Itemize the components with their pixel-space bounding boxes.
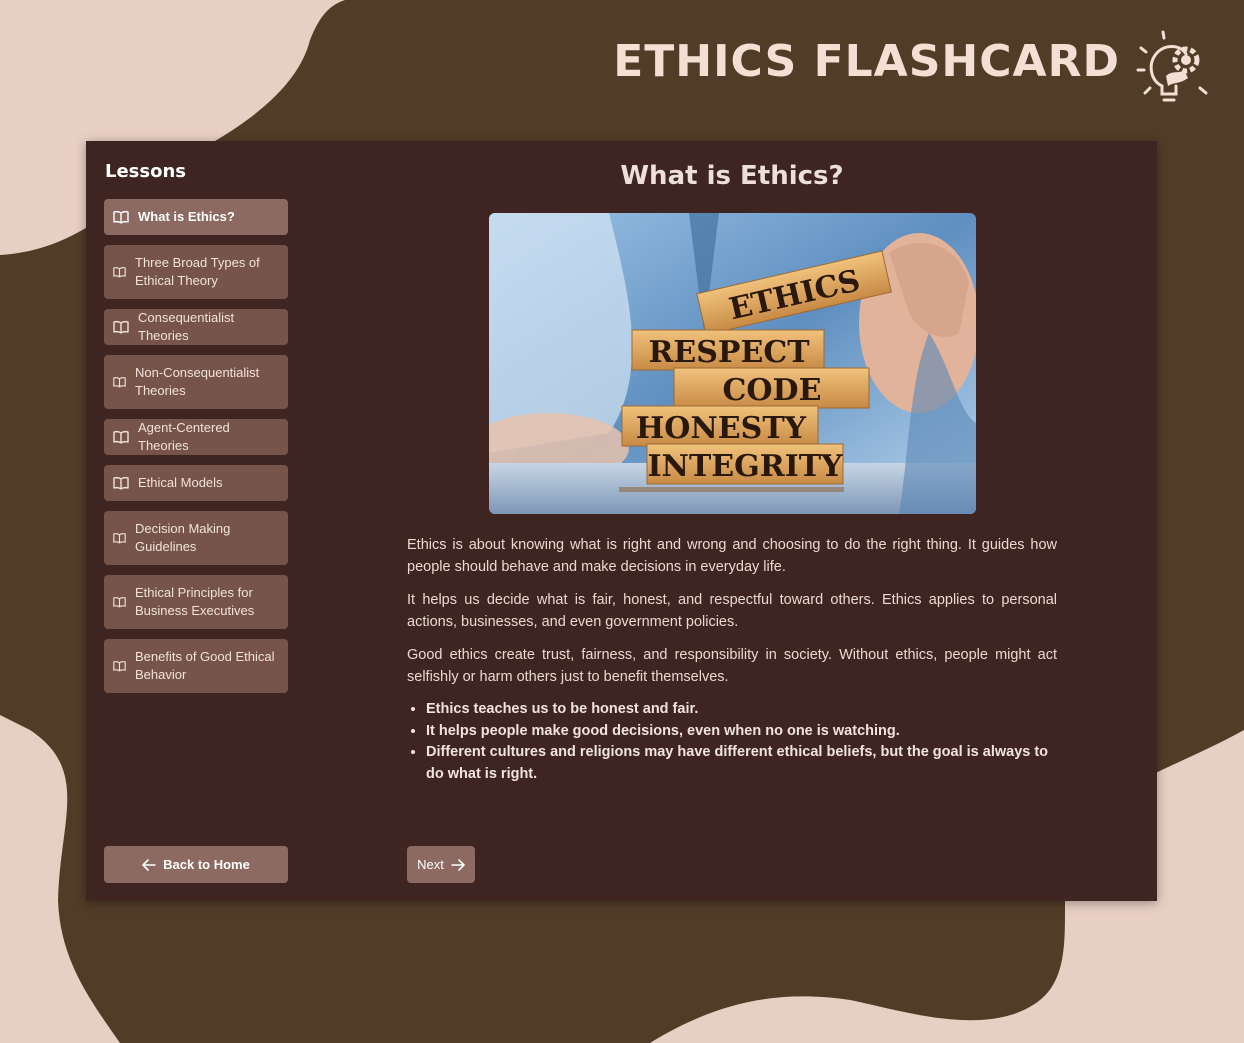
lesson-paragraph: It helps us decide what is fair, honest,… — [407, 592, 1057, 630]
lesson-label: What is Ethics? — [138, 209, 235, 224]
lesson-label: Benefits of Good Ethical Behavior — [135, 649, 275, 682]
book-icon — [113, 321, 129, 334]
key-point: Ethics teaches us to be honest and fair. — [426, 699, 1057, 721]
lesson-label: Three Broad Types of Ethical Theory — [135, 255, 260, 288]
app-title: ETHICS FLASHCARD — [613, 36, 1120, 87]
lesson-label: Decision Making Guidelines — [135, 521, 231, 554]
key-points-list: Ethics teaches us to be honest and fair.… — [407, 699, 1057, 785]
lessons-sidebar: Lessons What is Ethics? Three Broad Type… — [104, 161, 288, 703]
arrow-right-icon — [451, 858, 465, 871]
svg-text:RESPECT: RESPECT — [648, 335, 810, 370]
lesson-paragraph: Good ethics create trust, fairness, and … — [407, 647, 1057, 685]
lesson-content: What is Ethics? ETHICS RESPECT CODE HONE… — [407, 161, 1057, 785]
lesson-item-three-broad-types[interactable]: Three Broad Types of Ethical Theory — [104, 245, 288, 299]
svg-text:HONESTY: HONESTY — [635, 411, 806, 446]
book-icon — [113, 267, 126, 278]
svg-text:CODE: CODE — [722, 373, 821, 408]
lesson-item-benefits[interactable]: Benefits of Good Ethical Behavior — [104, 639, 288, 693]
lesson-item-consequentialist[interactable]: Consequentialist Theories — [104, 309, 288, 345]
book-icon — [113, 377, 126, 388]
book-icon — [113, 211, 129, 224]
book-icon — [113, 661, 126, 672]
lesson-item-non-consequentialist[interactable]: Non-Consequentialist Theories — [104, 355, 288, 409]
back-to-home-button[interactable]: Back to Home — [104, 846, 288, 883]
lesson-item-what-is-ethics[interactable]: What is Ethics? — [104, 199, 288, 235]
next-label: Next — [417, 857, 444, 872]
lesson-label: Ethical Principles for Business Executiv… — [135, 585, 255, 618]
lesson-title: What is Ethics? — [620, 161, 844, 191]
lesson-item-ethical-models[interactable]: Ethical Models — [104, 465, 288, 501]
back-to-home-label: Back to Home — [163, 857, 250, 872]
book-icon — [113, 431, 129, 444]
block-integrity: INTEGRITY — [646, 443, 843, 485]
block-code: CODE — [673, 367, 869, 409]
lesson-label: Agent-Centered Theories — [138, 420, 230, 453]
block-honesty: HONESTY — [621, 405, 818, 447]
key-point: Different cultures and religions may hav… — [426, 742, 1057, 785]
book-icon — [113, 477, 129, 490]
book-icon — [113, 533, 126, 544]
lesson-paragraph: Ethics is about knowing what is right an… — [407, 537, 1057, 575]
arrow-left-icon — [142, 858, 156, 871]
lightbulb-gear-icon — [1136, 30, 1208, 102]
lessons-heading: Lessons — [105, 161, 186, 182]
lesson-card: Lessons What is Ethics? Three Broad Type… — [86, 141, 1157, 901]
lesson-label: Non-Consequentialist Theories — [135, 365, 260, 398]
lesson-item-agent-centered[interactable]: Agent-Centered Theories — [104, 419, 288, 455]
book-icon — [113, 597, 126, 608]
svg-text:INTEGRITY: INTEGRITY — [647, 449, 843, 484]
lesson-item-ethical-principles[interactable]: Ethical Principles for Business Executiv… — [104, 575, 288, 629]
lesson-label: Consequentialist Theories — [138, 310, 235, 343]
key-point: It helps people make good decisions, eve… — [426, 721, 1057, 743]
lesson-label: Ethical Models — [138, 475, 223, 490]
lesson-item-decision-making[interactable]: Decision Making Guidelines — [104, 511, 288, 565]
block-respect: RESPECT — [631, 329, 824, 371]
lesson-image: ETHICS RESPECT CODE HONESTY INTEGRITY — [488, 213, 976, 514]
next-button[interactable]: Next — [407, 846, 475, 883]
